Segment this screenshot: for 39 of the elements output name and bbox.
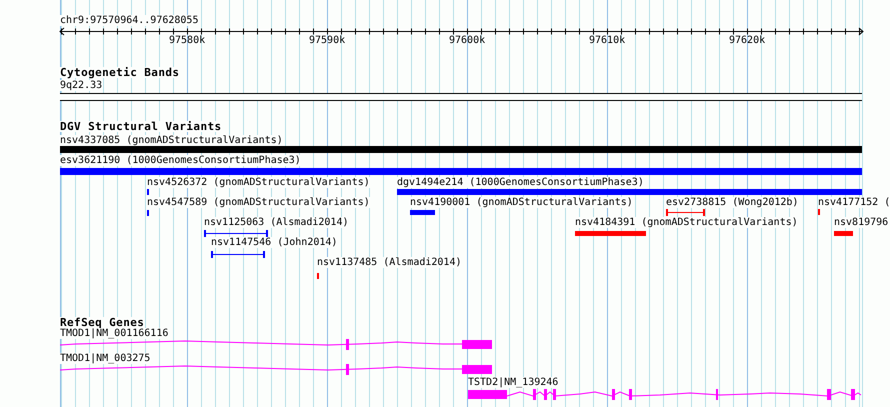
tick-label: 97610k bbox=[589, 35, 626, 46]
variant-bar[interactable] bbox=[575, 231, 646, 236]
variant-bar[interactable] bbox=[834, 231, 853, 236]
variant-label: nsv4337085 (gnomADStructuralVariants) bbox=[60, 135, 283, 146]
location-label: chr9:97570964..97628055 bbox=[60, 15, 198, 26]
gene-label: TMOD1|NM_001166116 bbox=[60, 328, 168, 339]
gene-model-drawing[interactable] bbox=[468, 388, 862, 401]
tick-label: 97590k bbox=[309, 35, 346, 46]
variant-label: dgv1494e214 (1000GenomesConsortiumPhase3) bbox=[397, 177, 644, 188]
tick-label: 97600k bbox=[449, 35, 486, 46]
variant-label: nsv4547589 (gnomADStructuralVariants) bbox=[147, 197, 370, 208]
variant-label: nsv1137485 (Alsmadi2014) bbox=[317, 257, 462, 268]
variant-label: nsv4526372 (gnomADStructuralVariants) bbox=[147, 177, 370, 188]
gene-model-drawing[interactable] bbox=[60, 363, 492, 376]
track-title: DGV Structural Variants bbox=[60, 121, 222, 132]
band-label: 9q22.33 bbox=[60, 80, 102, 91]
tick-label: 97620k bbox=[729, 35, 766, 46]
variant-bar[interactable] bbox=[397, 189, 862, 195]
variant-label: nsv1125063 (Alsmadi2014) bbox=[204, 217, 348, 228]
tick-label: 97580k bbox=[169, 35, 206, 46]
variant-bar[interactable] bbox=[410, 210, 435, 215]
variant-bar[interactable] bbox=[60, 146, 862, 153]
variant-range[interactable] bbox=[204, 230, 268, 237]
cytoband[interactable] bbox=[60, 93, 862, 101]
variant-label: esv2738815 (Wong2012b) bbox=[666, 197, 798, 208]
variant-label: nsv819796 bbox=[834, 217, 888, 228]
variant-label: nsv4190001 (gnomADStructuralVariants) bbox=[410, 197, 633, 208]
variant-range[interactable] bbox=[211, 251, 265, 258]
variant-label: nsv4184391 (gnomADStructuralVariants) bbox=[575, 217, 798, 228]
variant-label: nsv1147546 (John2014) bbox=[211, 237, 338, 248]
track-title: RefSeq Genes bbox=[60, 317, 144, 328]
variant-label: nsv4177152 ( bbox=[818, 197, 890, 208]
gene-label: TSTD2|NM_139246 bbox=[468, 377, 558, 388]
gene-label: TMOD1|NM_003275 bbox=[60, 353, 150, 364]
gene-model-drawing[interactable] bbox=[60, 338, 492, 351]
variant-bar[interactable] bbox=[60, 168, 862, 175]
variant-label: esv3621190 (1000GenomesConsortiumPhase3) bbox=[60, 155, 301, 166]
variant-range[interactable] bbox=[666, 209, 705, 216]
track-title: Cytogenetic Bands bbox=[60, 67, 180, 78]
